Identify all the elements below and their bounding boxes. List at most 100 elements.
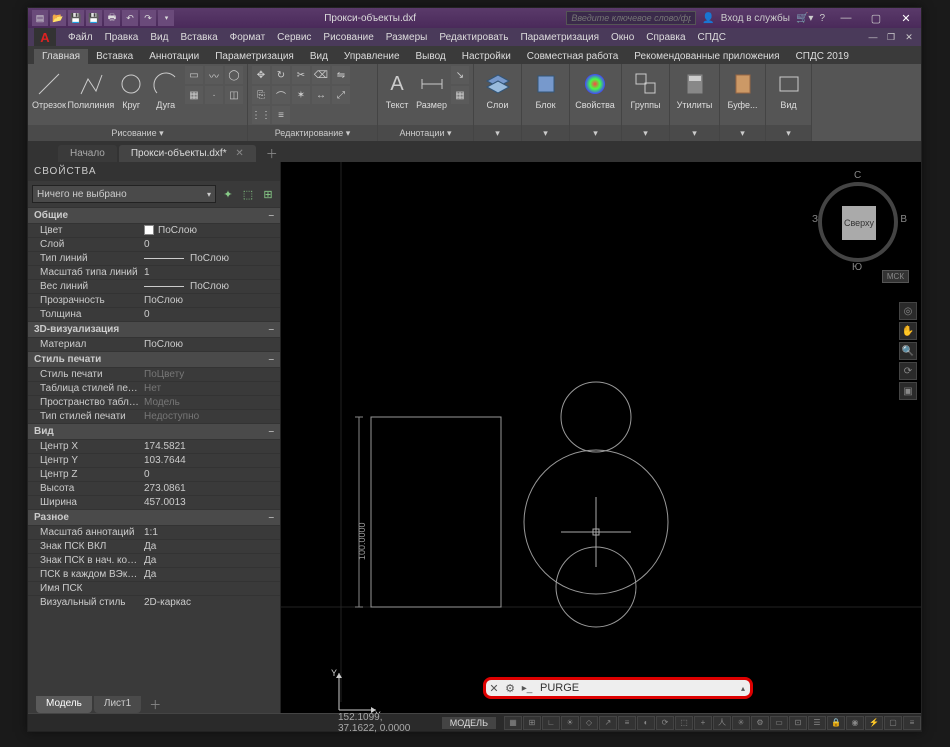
prop-width[interactable]: Ширина457.0013 bbox=[28, 495, 280, 509]
section-view[interactable]: Вид bbox=[28, 423, 280, 439]
doc-tab-start[interactable]: Начало bbox=[58, 145, 117, 162]
menu-format[interactable]: Формат bbox=[224, 32, 272, 43]
doc-tab-add-button[interactable]: ＋ bbox=[258, 145, 286, 162]
ellipse-icon[interactable]: ◯ bbox=[225, 66, 243, 84]
table-icon[interactable]: ▦ bbox=[451, 86, 469, 104]
mirror-icon[interactable]: ⇋ bbox=[332, 66, 350, 84]
panel-title-clipboard[interactable]: ▾ bbox=[720, 125, 765, 141]
status-lwt-icon[interactable]: ≡ bbox=[618, 716, 636, 730]
qat-redo-icon[interactable]: ↷ bbox=[140, 10, 156, 26]
scale-icon[interactable]: ⤢ bbox=[332, 86, 350, 104]
panel-title-view[interactable]: ▾ bbox=[766, 125, 811, 141]
view-button[interactable]: Вид bbox=[770, 66, 807, 110]
signin-icon[interactable]: 👤 bbox=[702, 13, 714, 24]
circle-button[interactable]: Круг bbox=[116, 66, 147, 110]
prop-material[interactable]: МатериалПоСлою bbox=[28, 337, 280, 351]
nav-zoom-icon[interactable]: 🔍 bbox=[899, 342, 917, 360]
properties-selector-combo[interactable]: Ничего не выбрано bbox=[32, 185, 216, 203]
prop-ucsvp[interactable]: ПСК в каждом ВЭкра...Да bbox=[28, 567, 280, 581]
viewcube-south[interactable]: Ю bbox=[852, 262, 862, 273]
panel-title-modify[interactable]: Редактирование ▾ bbox=[248, 125, 377, 141]
menu-draw[interactable]: Рисование bbox=[317, 32, 379, 43]
ribbon-tab-spds[interactable]: СПДС 2019 bbox=[788, 49, 857, 64]
ribbon-tab-parametric[interactable]: Параметризация bbox=[207, 49, 302, 64]
select-icon[interactable]: ⬚ bbox=[240, 186, 256, 202]
nav-pan-icon[interactable]: ✋ bbox=[899, 322, 917, 340]
qat-new-icon[interactable]: ▤ bbox=[32, 10, 48, 26]
nav-showmotion-icon[interactable]: ▣ bbox=[899, 382, 917, 400]
ribbon-tab-manage[interactable]: Управление bbox=[336, 49, 408, 64]
prop-vstyle[interactable]: Визуальный стиль2D-каркас bbox=[28, 595, 280, 609]
rect-icon[interactable]: ▭ bbox=[185, 66, 203, 84]
prop-linetype[interactable]: Тип линийПоСлою bbox=[28, 251, 280, 265]
search-input[interactable] bbox=[566, 11, 696, 25]
prop-centerz[interactable]: Центр Z0 bbox=[28, 467, 280, 481]
point-icon[interactable]: · bbox=[205, 86, 223, 104]
cmdline-close-icon[interactable]: ✕ bbox=[486, 682, 502, 695]
section-general[interactable]: Общие bbox=[28, 207, 280, 223]
offset-icon[interactable]: ≡ bbox=[272, 106, 290, 124]
ribbon-tab-home[interactable]: Главная bbox=[34, 49, 88, 64]
status-3dosnap-icon[interactable]: ⬚ bbox=[675, 716, 693, 730]
panel-title-block[interactable]: ▾ bbox=[522, 125, 569, 141]
layers-button[interactable]: Слои bbox=[478, 66, 517, 110]
doc-restore-button[interactable]: ❐ bbox=[883, 30, 899, 44]
cmdline-history-icon[interactable]: ▴ bbox=[736, 684, 750, 693]
status-lock-icon[interactable]: 🔒 bbox=[827, 716, 845, 730]
status-dyn-icon[interactable]: + bbox=[694, 716, 712, 730]
status-annoscale-icon[interactable]: 人 bbox=[713, 716, 731, 730]
section-3dviz[interactable]: 3D-визуализация bbox=[28, 321, 280, 337]
line-button[interactable]: Отрезок bbox=[32, 66, 66, 110]
utilities-button[interactable]: Утилиты bbox=[674, 66, 715, 110]
leader-icon[interactable]: ↘ bbox=[451, 66, 469, 84]
spline-icon[interactable]: 〰 bbox=[205, 66, 223, 84]
panel-title-annotation[interactable]: Аннотации ▾ bbox=[378, 125, 473, 141]
prop-color[interactable]: ЦветПоСлою bbox=[28, 223, 280, 237]
panel-title-utilities[interactable]: ▾ bbox=[670, 125, 719, 141]
viewcube[interactable]: Сверху С Ю З В bbox=[818, 172, 903, 277]
clipboard-button[interactable]: Буфе... bbox=[724, 66, 761, 110]
panel-title-layers[interactable]: ▾ bbox=[474, 125, 521, 141]
section-plotstyle[interactable]: Стиль печати bbox=[28, 351, 280, 367]
close-button[interactable]: ✕ bbox=[891, 8, 921, 28]
cmdline-config-icon[interactable]: ⚙ bbox=[502, 682, 518, 695]
menu-help[interactable]: Справка bbox=[640, 32, 691, 43]
block-button[interactable]: Блок bbox=[526, 66, 565, 110]
prop-centerx[interactable]: Центр X174.5821 bbox=[28, 439, 280, 453]
ribbon-tab-addins[interactable]: Настройки bbox=[454, 49, 519, 64]
prop-pstable[interactable]: Таблица стилей печ...Нет bbox=[28, 381, 280, 395]
prop-ucson[interactable]: Знак ПСК ВКЛДа bbox=[28, 539, 280, 553]
help-icon[interactable]: ? bbox=[819, 13, 825, 24]
status-ortho-icon[interactable]: ∟ bbox=[542, 716, 560, 730]
copy-icon[interactable]: ⎘ bbox=[252, 86, 270, 104]
ribbon-tab-featured[interactable]: Рекомендованные приложения bbox=[626, 49, 787, 64]
menu-edit[interactable]: Правка bbox=[99, 32, 145, 43]
doc-tab-active[interactable]: Прокси-объекты.dxf* ✕ bbox=[119, 145, 256, 162]
nav-orbit-icon[interactable]: ⟳ bbox=[899, 362, 917, 380]
status-qprops-icon[interactable]: ☰ bbox=[808, 716, 826, 730]
menu-file[interactable]: Файл bbox=[62, 32, 99, 43]
command-input[interactable] bbox=[536, 682, 736, 694]
properties-button[interactable]: Свойства bbox=[574, 66, 616, 110]
viewcube-west[interactable]: З bbox=[812, 214, 818, 225]
drawing-canvas[interactable]: 100.0000 XY Сверху С Ю З В МСК ◎ ✋ 🔍 ⟳ ▣ bbox=[281, 162, 921, 713]
qat-saveas-icon[interactable]: 💾 bbox=[86, 10, 102, 26]
ribbon-tab-view[interactable]: Вид bbox=[302, 49, 336, 64]
status-snap-icon[interactable]: ⊞ bbox=[523, 716, 541, 730]
maximize-button[interactable]: ▢ bbox=[861, 8, 891, 28]
status-units-icon[interactable]: ⊡ bbox=[789, 716, 807, 730]
properties-body[interactable]: Общие ЦветПоСлою Слой0 Тип линийПоСлою М… bbox=[28, 207, 280, 713]
erase-icon[interactable]: ⌫ bbox=[312, 66, 330, 84]
panel-title-draw[interactable]: Рисование ▾ bbox=[28, 125, 247, 141]
qat-save-icon[interactable]: 💾 bbox=[68, 10, 84, 26]
status-custom-icon[interactable]: ≡ bbox=[903, 716, 921, 730]
minimize-button[interactable]: — bbox=[831, 8, 861, 28]
polyline-button[interactable]: Полилиния bbox=[70, 66, 112, 110]
groups-button[interactable]: Группы bbox=[626, 66, 665, 110]
panel-title-properties[interactable]: ▾ bbox=[570, 125, 621, 141]
layout-tab-layout1[interactable]: Лист1 bbox=[94, 696, 141, 713]
status-annovis-icon[interactable]: ✳ bbox=[732, 716, 750, 730]
move-icon[interactable]: ✥ bbox=[252, 66, 270, 84]
status-cycling-icon[interactable]: ⟳ bbox=[656, 716, 674, 730]
command-line[interactable]: ✕ ⚙ ▸_ ▴ bbox=[483, 677, 753, 699]
